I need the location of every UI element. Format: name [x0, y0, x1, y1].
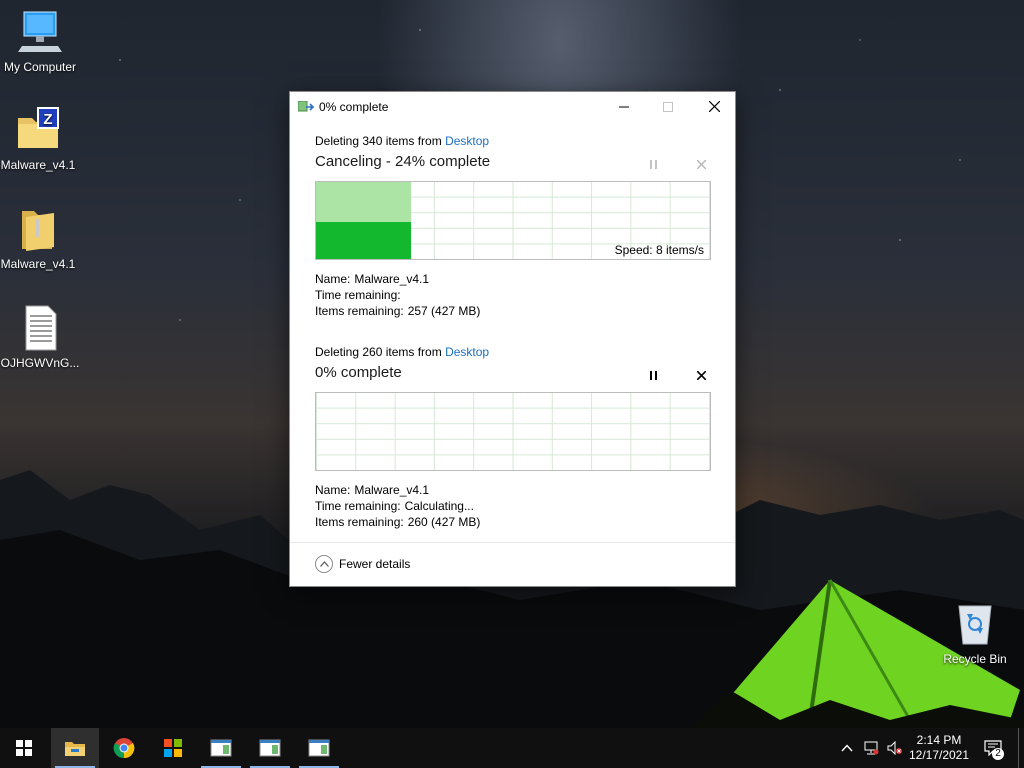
file-operation-icon [298, 101, 314, 112]
chrome-icon [113, 738, 135, 759]
operation-2-items-remaining: 260 (427 MB) [407, 515, 481, 529]
operation-2-speed-graph [315, 392, 711, 471]
operation-1-pause-button[interactable] [647, 157, 661, 171]
operation-2-name: Malware_v4.1 [354, 483, 430, 497]
window-app-icon [308, 739, 330, 757]
chevron-up-icon [315, 555, 333, 573]
taskbar-app-colorful[interactable] [149, 728, 197, 768]
desktop-icon-malware-zip[interactable]: Z Malware_v4.1 [0, 106, 78, 172]
maximize-icon [663, 101, 673, 112]
close-button[interactable] [691, 92, 737, 121]
operation-1-source-link[interactable]: Desktop [445, 134, 489, 148]
volume-muted-icon [887, 741, 902, 755]
operation-2-time-remaining: Calculating... [404, 499, 474, 513]
pause-icon [650, 370, 657, 380]
zip-folder-icon: Z [14, 106, 62, 154]
folder-icon [14, 205, 62, 253]
operation-2-source-link[interactable]: Desktop [445, 345, 489, 359]
windows-logo-icon [16, 740, 32, 756]
network-tray-button[interactable] [859, 728, 883, 768]
action-center-button[interactable] [978, 728, 1008, 768]
clock-time: 2:14 PM [916, 733, 962, 747]
operation-1-speed-bar [316, 222, 411, 259]
close-icon [708, 101, 720, 112]
dialog-title: 0% complete [319, 100, 389, 114]
operation-1-details: Name: Malware_v4.1 Time remaining: Items … [315, 272, 481, 318]
taskbar-window-2[interactable] [246, 728, 294, 768]
operation-1-speed-graph: Speed: 8 items/s [315, 181, 711, 260]
desktop-icon-text-file[interactable]: OJHGWVnG... [0, 304, 80, 370]
show-hidden-icons-button[interactable] [837, 728, 857, 768]
volume-tray-button[interactable] [883, 728, 907, 768]
operation-1-cancel-button[interactable] [694, 157, 708, 171]
show-desktop-button[interactable] [1018, 728, 1019, 768]
minimize-button[interactable] [601, 92, 647, 121]
cancel-icon [696, 159, 706, 169]
taskbar-clock[interactable]: 2:14 PM 12/17/2021 [905, 733, 973, 763]
recycle-bin-icon [951, 600, 999, 648]
desktop-icon-recycle-bin[interactable]: Recycle Bin [935, 600, 1015, 666]
desktop-icon-malware-folder[interactable]: Malware_v4.1 [0, 205, 78, 271]
dialog-footer: Fewer details [290, 542, 735, 586]
computer-icon [16, 8, 64, 56]
maximize-button[interactable] [645, 92, 691, 121]
windows-flag-app-icon [164, 739, 182, 757]
operation-1-speed: Speed: 8 items/s [614, 243, 704, 257]
clock-date: 12/17/2021 [908, 748, 970, 762]
operation-2-cancel-button[interactable] [694, 368, 708, 382]
chevron-up-icon [841, 744, 853, 752]
fewer-details-button[interactable]: Fewer details [315, 555, 410, 573]
start-button[interactable] [0, 728, 48, 768]
file-explorer-icon [65, 742, 85, 756]
pause-icon [650, 159, 657, 169]
dialog-titlebar[interactable]: 0% complete [290, 92, 735, 121]
delete-progress-dialog: 0% complete Deleting 340 items from Desk… [289, 91, 736, 587]
taskbar-chrome[interactable] [100, 728, 148, 768]
operation-1-source: Deleting 340 items from Desktop [315, 134, 490, 148]
desktop-icon-my-computer[interactable]: My Computer [0, 8, 80, 74]
fewer-details-label: Fewer details [339, 557, 411, 571]
operation-2-pause-button[interactable] [647, 368, 661, 382]
taskbar-window-3[interactable] [295, 728, 343, 768]
operation-1-items-remaining: 257 (427 MB) [407, 304, 481, 318]
operation-1-name: Malware_v4.1 [354, 272, 430, 286]
taskbar: 2:14 PM 12/17/2021 2 [0, 728, 1024, 768]
operation-2-source: Deleting 260 items from Desktop [315, 345, 490, 359]
svg-text:Z: Z [43, 111, 52, 128]
taskbar-file-explorer[interactable] [51, 728, 99, 768]
minimize-icon [619, 106, 629, 107]
window-app-icon [259, 739, 281, 757]
operation-2-details: Name: Malware_v4.1 Time remaining: Calcula… [315, 483, 481, 529]
notification-count-badge: 2 [992, 748, 1004, 760]
cancel-icon [696, 370, 706, 380]
text-file-icon [16, 304, 64, 352]
network-icon [864, 741, 879, 755]
taskbar-window-1[interactable] [197, 728, 245, 768]
window-app-icon [210, 739, 232, 757]
